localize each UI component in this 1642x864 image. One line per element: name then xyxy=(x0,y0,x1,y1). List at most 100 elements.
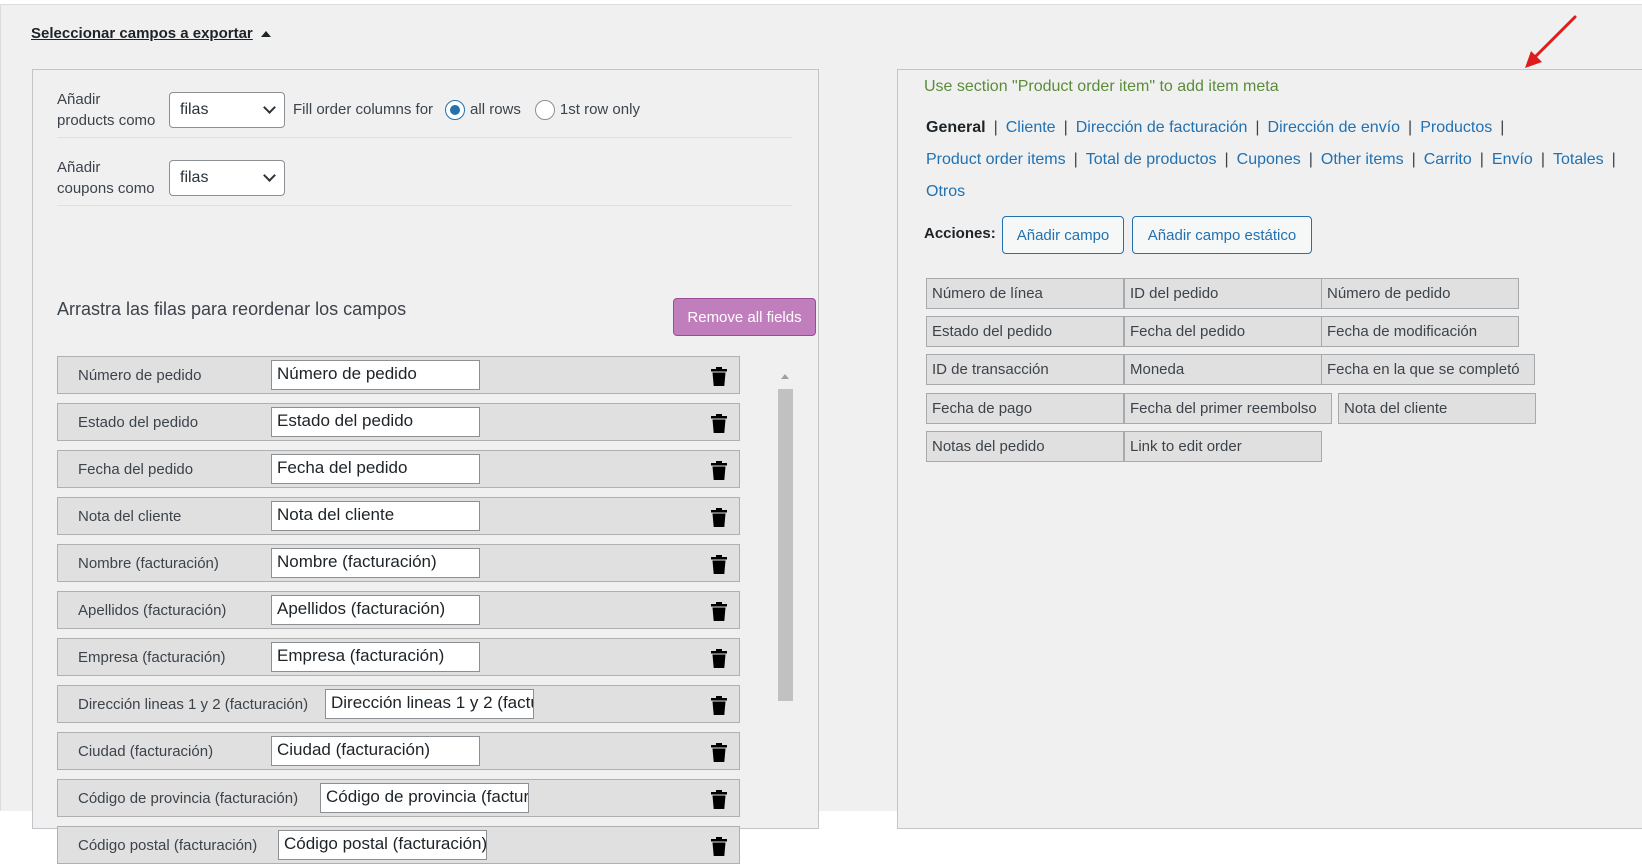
field-row-label: Nota del cliente xyxy=(78,507,182,525)
field-column-name-input[interactable]: Dirección lineas 1 y 2 (facturación) xyxy=(325,689,534,719)
available-field-chip[interactable]: ID de transacción xyxy=(926,354,1124,385)
field-row-label: Nombre (facturación) xyxy=(78,554,219,572)
products-option-row: Añadir products como filas Fill order co… xyxy=(57,82,792,138)
tab-separator: | xyxy=(1063,119,1068,136)
radio-first-row-label[interactable]: 1st row only xyxy=(560,101,640,118)
selected-fields-panel: Añadir products como filas Fill order co… xyxy=(32,69,819,864)
trash-icon[interactable] xyxy=(711,555,727,574)
field-row[interactable]: Código de provincia (facturación) Código … xyxy=(57,779,740,817)
available-field-chip[interactable]: Fecha de pago xyxy=(926,393,1124,424)
field-column-name-input[interactable]: Fecha del pedido xyxy=(271,454,480,484)
trash-icon[interactable] xyxy=(711,837,727,856)
item-meta-hint: Use section "Product order item" to add … xyxy=(924,78,1279,95)
field-row-label: Ciudad (facturación) xyxy=(78,742,214,760)
tab-1[interactable]: Cliente xyxy=(1006,119,1056,136)
actions-label: Acciones: xyxy=(924,225,996,242)
coupons-mode-select[interactable]: filas xyxy=(169,159,285,196)
scroll-up-icon[interactable] xyxy=(781,374,789,379)
add-field-button[interactable]: Añadir campo xyxy=(1002,216,1124,254)
caret-up-icon xyxy=(260,30,271,37)
available-field-chip[interactable]: Notas del pedido xyxy=(926,431,1124,462)
add-static-field-button[interactable]: Añadir campo estático xyxy=(1132,216,1312,254)
field-row-label: Código de provincia (facturación) xyxy=(78,789,299,807)
available-field-chip[interactable]: Nota del cliente xyxy=(1338,393,1536,424)
tab-separator: | xyxy=(1308,151,1313,168)
tab-separator: | xyxy=(1540,151,1545,168)
tab-7[interactable]: Cupones xyxy=(1237,151,1301,168)
tab-3[interactable]: Dirección de envío xyxy=(1268,119,1401,136)
tab-separator: | xyxy=(1411,151,1416,168)
trash-icon[interactable] xyxy=(711,602,727,621)
field-column-name-input[interactable]: Código postal (facturación) xyxy=(278,830,487,860)
field-column-name-input[interactable]: Nota del cliente xyxy=(271,501,480,531)
field-column-name-input[interactable]: Código de provincia (facturación) xyxy=(320,783,529,813)
field-row[interactable]: Empresa (facturación) Empresa (facturació… xyxy=(57,638,740,676)
tab-separator: | xyxy=(1500,119,1505,136)
field-row[interactable]: Apellidos (facturación) Apellidos (factur… xyxy=(57,591,740,629)
field-row[interactable]: Nota del cliente Nota del cliente xyxy=(57,497,740,535)
tab-0[interactable]: General xyxy=(926,119,986,136)
products-label: Añadir products como xyxy=(57,90,156,129)
field-row[interactable]: Código postal (facturación) Código postal… xyxy=(57,826,740,864)
tab-6[interactable]: Total de productos xyxy=(1086,151,1217,168)
tab-separator: | xyxy=(1255,119,1260,136)
red-arrow-icon xyxy=(1525,15,1577,68)
tab-10[interactable]: Envío xyxy=(1492,151,1533,168)
field-column-name-input[interactable]: Ciudad (facturación) xyxy=(271,736,480,766)
trash-icon[interactable] xyxy=(711,649,727,668)
tab-8[interactable]: Other items xyxy=(1321,151,1404,168)
field-row-label: Número de pedido xyxy=(78,366,202,384)
available-fields-panel: Use section "Product order item" to add … xyxy=(897,69,1642,829)
remove-all-fields-button[interactable]: Remove all fields xyxy=(673,298,816,336)
field-column-name-input[interactable]: Empresa (facturación) xyxy=(271,642,480,672)
field-row[interactable]: Ciudad (facturación) Ciudad (facturación) xyxy=(57,732,740,770)
available-field-chip[interactable]: Número de pedido xyxy=(1321,278,1519,309)
trash-icon[interactable] xyxy=(711,508,727,527)
field-row[interactable]: Estado del pedido Estado del pedido xyxy=(57,403,740,441)
tab-11[interactable]: Totales xyxy=(1553,151,1604,168)
field-row-label: Estado del pedido xyxy=(78,413,199,431)
trash-icon[interactable] xyxy=(711,790,727,809)
field-column-name-input[interactable]: Estado del pedido xyxy=(271,407,480,437)
available-field-chip[interactable]: Link to edit order xyxy=(1124,431,1322,462)
available-field-chip[interactable]: Número de línea xyxy=(926,278,1124,309)
tab-2[interactable]: Dirección de facturación xyxy=(1076,119,1248,136)
chevron-down-icon xyxy=(263,168,276,182)
tab-separator: | xyxy=(1611,151,1616,168)
scrollbar-thumb[interactable] xyxy=(778,389,793,701)
field-row-label: Dirección lineas 1 y 2 (facturación) xyxy=(78,695,309,713)
radio-all-rows-label[interactable]: all rows xyxy=(470,101,521,118)
radio-first-row[interactable] xyxy=(534,99,555,120)
tab-9[interactable]: Carrito xyxy=(1424,151,1472,168)
field-row-label: Fecha del pedido xyxy=(78,460,194,478)
field-row[interactable]: Número de pedido Número de pedido xyxy=(57,356,740,394)
trash-icon[interactable] xyxy=(711,461,727,480)
products-mode-select[interactable]: filas xyxy=(169,91,285,128)
scrollbar[interactable] xyxy=(778,372,793,702)
available-field-chip[interactable]: Fecha del primer reembolso xyxy=(1124,393,1332,424)
chevron-down-icon xyxy=(263,100,276,114)
available-field-chip[interactable]: Moneda xyxy=(1124,354,1322,385)
field-row[interactable]: Fecha del pedido Fecha del pedido xyxy=(57,450,740,488)
field-column-name-input[interactable]: Nombre (facturación) xyxy=(271,548,480,578)
trash-icon[interactable] xyxy=(711,743,727,762)
tab-4[interactable]: Productos xyxy=(1420,119,1492,136)
field-column-name-input[interactable]: Número de pedido xyxy=(271,360,480,390)
tab-separator: | xyxy=(1224,151,1229,168)
field-row[interactable]: Dirección lineas 1 y 2 (facturación) Dire… xyxy=(57,685,740,723)
available-field-chip[interactable]: Fecha de modificación xyxy=(1321,316,1519,347)
tab-5[interactable]: Product order items xyxy=(926,151,1066,168)
section-toggle[interactable]: Seleccionar campos a exportar xyxy=(31,25,271,42)
available-field-chip[interactable]: ID del pedido xyxy=(1124,278,1322,309)
available-field-chip[interactable]: Fecha del pedido xyxy=(1124,316,1322,347)
trash-icon[interactable] xyxy=(711,414,727,433)
tab-12[interactable]: Otros xyxy=(926,183,965,200)
trash-icon[interactable] xyxy=(711,367,727,386)
trash-icon[interactable] xyxy=(711,696,727,715)
radio-all-rows[interactable] xyxy=(445,99,466,120)
field-column-name-input[interactable]: Apellidos (facturación) xyxy=(271,595,480,625)
available-field-chip[interactable]: Fecha en la que se completó xyxy=(1321,354,1535,385)
field-row-label: Apellidos (facturación) xyxy=(78,601,227,619)
available-field-chip[interactable]: Estado del pedido xyxy=(926,316,1124,347)
field-row[interactable]: Nombre (facturación) Nombre (facturación) xyxy=(57,544,740,582)
